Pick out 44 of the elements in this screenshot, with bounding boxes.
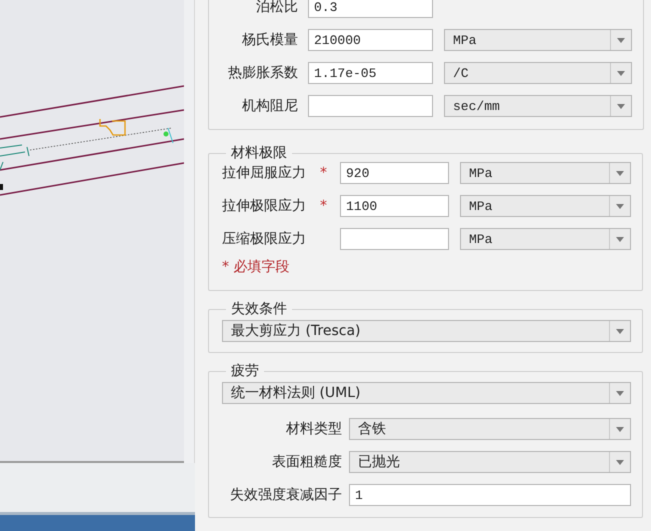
group-title: 失效条件 <box>230 300 288 318</box>
dropdown-arrow-icon <box>616 170 624 176</box>
dropdown-arrow-icon <box>616 328 624 334</box>
dropdown-arrow-icon <box>616 204 624 208</box>
group-title: 疲劳 <box>230 362 260 380</box>
required-note: * 必填字段 <box>222 258 290 276</box>
required-mark: * <box>320 198 328 214</box>
dropdown-arrow-icon <box>616 390 624 396</box>
value-dropdown[interactable]: 含铁 <box>349 418 631 440</box>
dropdown-arrow-icon <box>617 70 625 76</box>
value-field[interactable]: 0.3 <box>308 0 433 18</box>
dropdown-arrow-icon <box>617 104 625 108</box>
field-label: 热膨胀系数 <box>227 64 298 82</box>
field-label: 表面粗糙度 <box>271 453 342 471</box>
value-field[interactable]: 1100 <box>340 195 449 217</box>
value-field[interactable]: 1.17e-05 <box>308 62 433 84</box>
value-dropdown[interactable]: 已抛光 <box>349 451 631 473</box>
value-field[interactable] <box>340 228 449 250</box>
unit-dropdown[interactable]: MPa <box>460 162 631 184</box>
field-label: 材料类型 <box>285 420 342 438</box>
value-field[interactable] <box>308 95 433 117</box>
unit-dropdown[interactable]: /C <box>444 62 632 84</box>
dropdown-arrow-icon <box>617 38 625 42</box>
dropdown-arrow-icon <box>616 460 624 464</box>
field-label: 失效强度衰减因子 <box>229 486 342 504</box>
unit-dropdown[interactable]: MPa <box>444 29 632 51</box>
group-title: 材料极限 <box>230 144 288 162</box>
field-label: 压缩极限应力 <box>222 230 307 248</box>
criterion-dropdown[interactable]: 最大剪应力 (Tresca) <box>222 320 631 342</box>
method-dropdown[interactable]: 统一材料法则 (UML) <box>222 382 631 404</box>
dropdown-arrow-icon <box>616 236 624 242</box>
unit-dropdown[interactable]: MPa <box>460 228 631 250</box>
field-label: 拉伸屈服应力 <box>222 164 307 182</box>
field-label: 杨氏模量 <box>241 31 298 49</box>
value-field[interactable]: 1 <box>349 484 631 506</box>
value-field[interactable]: 920 <box>340 162 449 184</box>
unit-dropdown[interactable]: MPa <box>460 195 631 217</box>
unit-dropdown[interactable]: sec/mm <box>444 95 632 117</box>
dropdown-arrow-icon <box>616 426 624 432</box>
field-label: 拉伸极限应力 <box>222 197 307 215</box>
field-label: 机构阻尼 <box>241 97 298 115</box>
required-mark: * <box>320 165 328 181</box>
scroll-bar[interactable] <box>184 0 195 463</box>
value-field[interactable]: 210000 <box>308 29 433 51</box>
